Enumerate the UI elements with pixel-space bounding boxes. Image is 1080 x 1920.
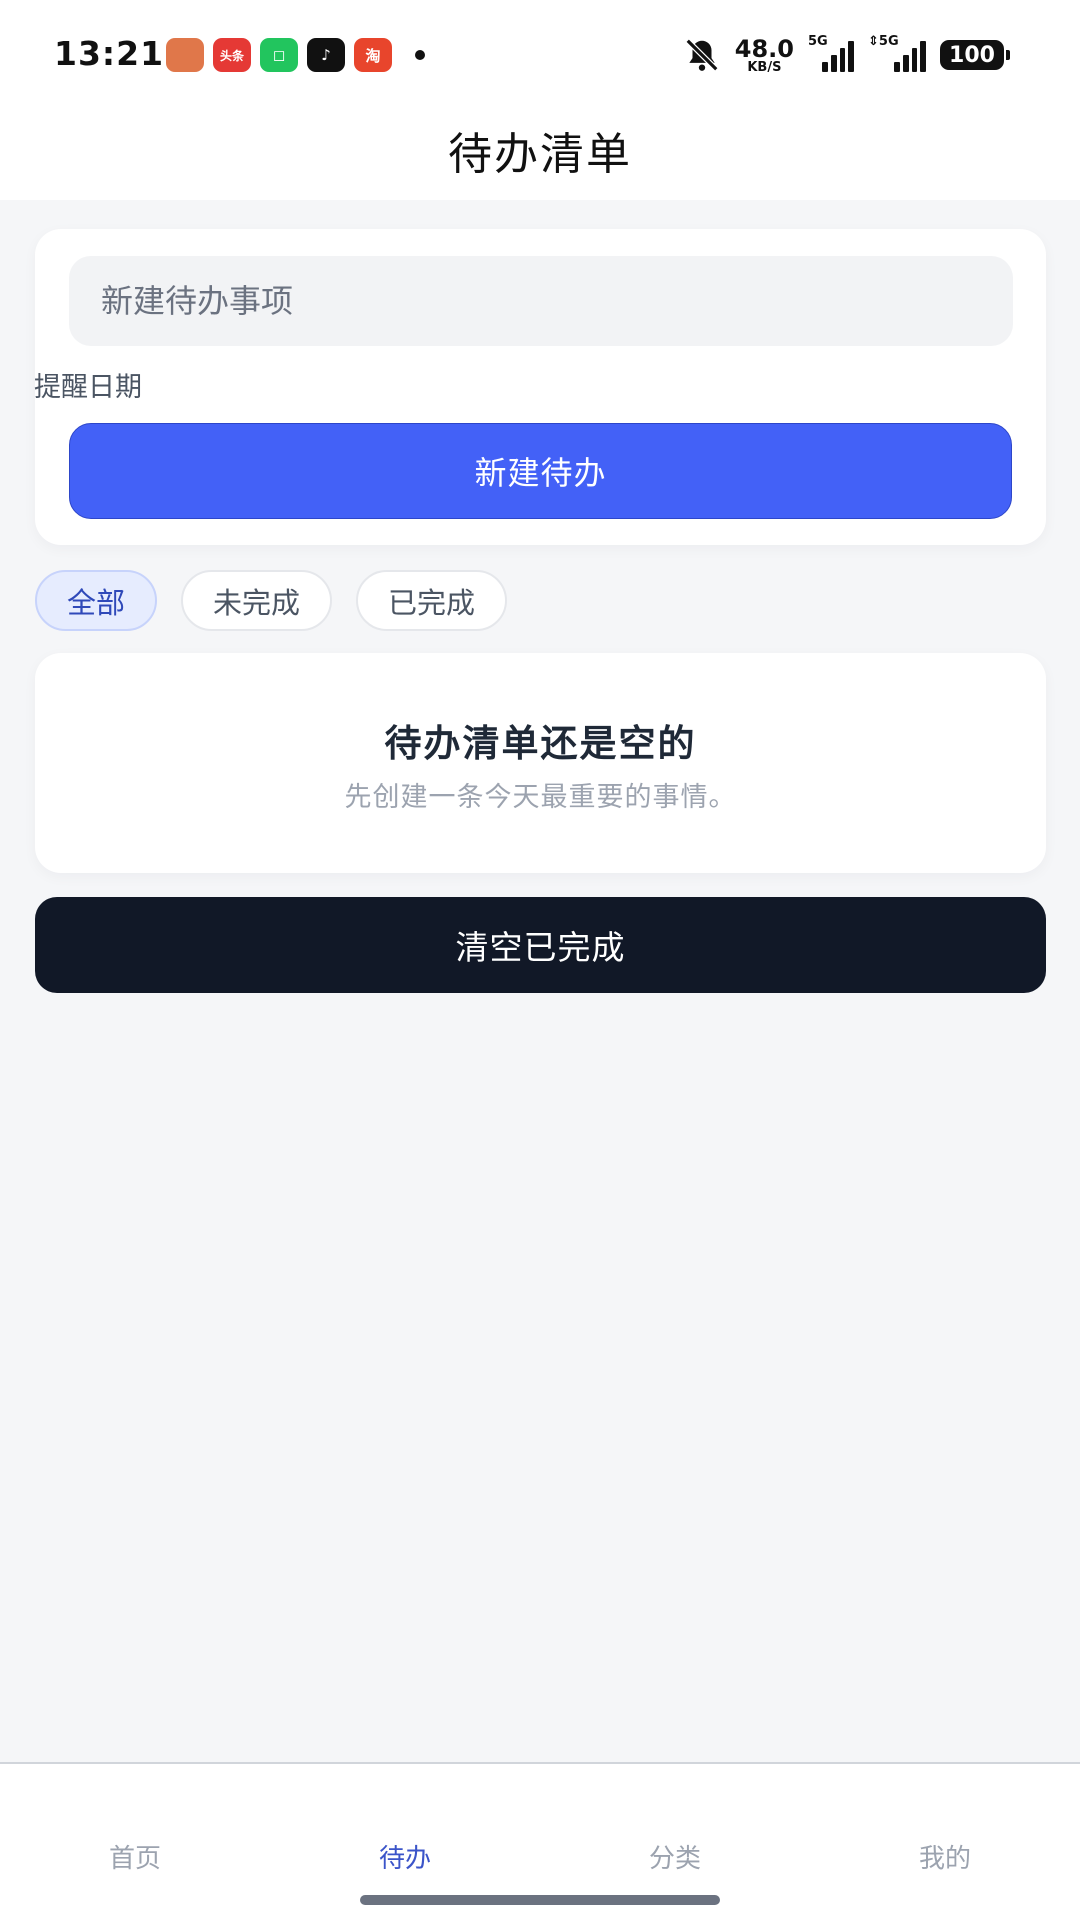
home-indicator[interactable] — [360, 1895, 720, 1905]
create-todo-button[interactable]: 新建待办 — [69, 423, 1012, 519]
filter-incomplete[interactable]: 未完成 — [181, 570, 333, 631]
nav-item-category[interactable]: 分类 — [540, 1838, 810, 1875]
more-notifications-dot — [415, 50, 425, 60]
empty-state-title: 待办清单还是空的 — [384, 722, 697, 765]
network-speed: 48.0 KB/S — [735, 37, 794, 74]
filter-tabs: 全部 未完成 已完成 — [35, 570, 508, 631]
empty-state-subtitle: 先创建一条今天最重要的事情。 — [344, 782, 737, 813]
status-right: 48.0 KB/S 5G ⇕5G 100 — [683, 34, 1010, 74]
network-speed-unit: KB/S — [747, 59, 782, 75]
toutiao-app-icon: 头条 — [213, 38, 251, 72]
signal-label-sim1: 5G — [808, 34, 828, 49]
notification-app-icons: 头条 ◻ ♪ 淘 — [166, 38, 425, 72]
green-app-icon: ◻ — [260, 38, 298, 72]
network-speed-value: 48.0 — [734, 34, 794, 63]
reminder-date-label[interactable]: 提醒日期 — [34, 365, 142, 404]
taobao-app-icon: 淘 — [354, 38, 392, 72]
empty-state-card: 待办清单还是空的 先创建一条今天最重要的事情。 — [35, 653, 1046, 873]
status-bar: 13:21 头条 ◻ ♪ 淘 48.0 KB/S 5G ⇕5G 100 — [0, 0, 1080, 112]
filter-all[interactable]: 全部 — [35, 570, 158, 631]
clear-completed-button[interactable]: 清空已完成 — [35, 897, 1046, 993]
signal-icon-sim2: ⇕5G — [868, 34, 926, 72]
status-time: 13:21 — [54, 34, 165, 73]
page-title: 待办清单 — [448, 129, 632, 180]
nav-item-todo[interactable]: 待办 — [270, 1838, 540, 1875]
new-todo-input[interactable] — [69, 256, 1013, 346]
signal-label-sim2: ⇕5G — [868, 34, 899, 49]
mute-bell-icon — [685, 38, 718, 72]
game-app-icon — [166, 38, 204, 72]
nav-item-home[interactable]: 首页 — [0, 1838, 270, 1875]
nav-item-profile[interactable]: 我的 — [810, 1838, 1080, 1875]
filter-completed[interactable]: 已完成 — [356, 570, 508, 631]
top-area: 13:21 头条 ◻ ♪ 淘 48.0 KB/S 5G ⇕5G 100 待办清单 — [0, 0, 1080, 200]
tiktok-app-icon: ♪ — [307, 38, 345, 72]
battery-icon: 100 — [940, 40, 1010, 70]
signal-icon-sim1: 5G — [808, 34, 854, 72]
